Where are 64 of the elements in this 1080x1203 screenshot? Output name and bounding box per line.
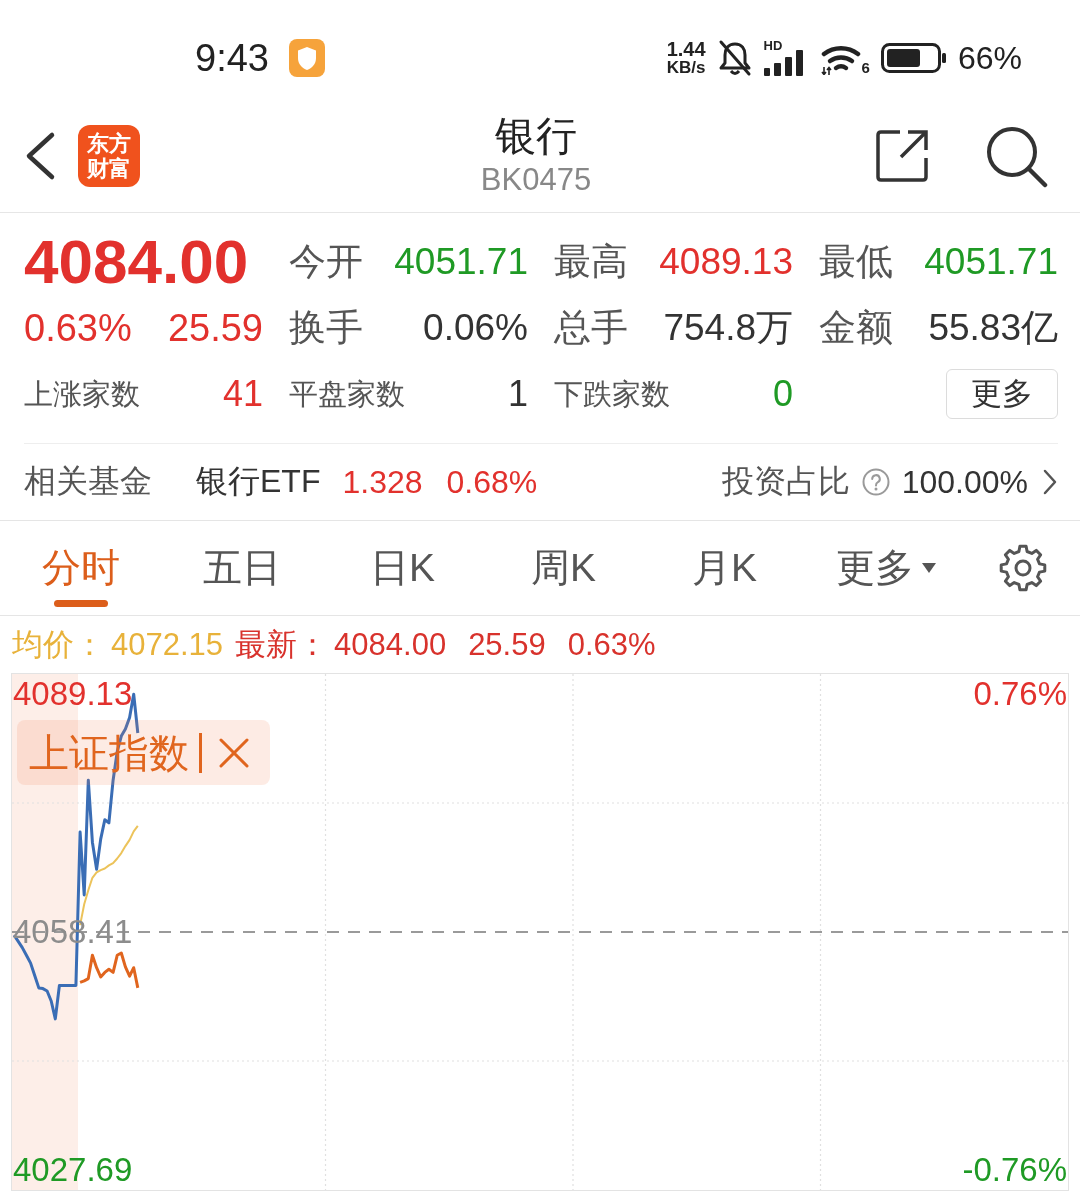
close-icon[interactable]	[218, 736, 250, 769]
legend-value: 4072.15	[111, 626, 224, 663]
breadth-count: 1	[507, 373, 528, 415]
network-type-label: HD	[763, 40, 783, 52]
legend-value: 4084.00	[334, 626, 447, 663]
breadth-label: 上涨家数	[24, 377, 140, 412]
caret-icon	[921, 563, 936, 573]
change-percent: 0.63%	[24, 306, 132, 350]
tab[interactable]: 五日	[161, 521, 322, 615]
stat-label: 换手	[289, 306, 363, 350]
last-price: 4084.00	[24, 227, 250, 297]
stat-value: 4089.13	[659, 240, 793, 284]
breadth-label: 下跌家数	[554, 377, 670, 412]
fund-price: 1.328	[342, 463, 423, 501]
axis-label: 4027.69	[13, 1152, 133, 1188]
sector-code: BK0475	[480, 161, 592, 199]
stat-label: 今开	[289, 240, 363, 284]
legend-label: 均价：	[12, 625, 105, 664]
percent-axis-label: 0.76%	[973, 676, 1067, 712]
share-icon[interactable]	[874, 128, 930, 184]
legend-label: 最新：	[235, 625, 329, 664]
page-title: 银行	[495, 112, 577, 160]
change-amount: 25.59	[167, 306, 263, 350]
tab[interactable]: 更多	[805, 521, 966, 615]
fund-section-label: 相关基金	[24, 462, 152, 501]
shield-icon	[288, 39, 325, 77]
wifi-standard-label: 6	[861, 61, 870, 75]
breadth-label: 平盘家数	[289, 377, 405, 412]
tab[interactable]: 周K	[483, 521, 644, 615]
stat-value: 754.8万	[663, 306, 793, 350]
search-icon[interactable]	[984, 124, 1048, 188]
weight-value: 100.00%	[901, 463, 1028, 501]
settings-icon[interactable]	[998, 543, 1048, 593]
app-logo[interactable]: 东方 财富	[78, 125, 140, 187]
stat-value: 4051.71	[394, 240, 528, 284]
back-icon[interactable]	[24, 131, 56, 181]
percent-axis-label: -0.76%	[962, 1152, 1067, 1188]
help-icon[interactable]	[861, 468, 890, 496]
tab[interactable]: 日K	[322, 521, 483, 615]
more-button[interactable]: 更多	[946, 369, 1058, 419]
breadth-count: 41	[222, 373, 263, 415]
divider-bar	[199, 732, 202, 773]
tab[interactable]: 月K	[644, 521, 805, 615]
stat-label: 最低	[819, 240, 893, 284]
axis-label: 4089.13	[13, 676, 133, 712]
network-speed-unit: KB/s	[666, 58, 706, 77]
breadth-count: 0	[772, 373, 793, 415]
fund-name-link[interactable]: 银行ETF	[196, 460, 321, 504]
clock-time: 9:43	[195, 36, 269, 80]
tab[interactable]: 分时	[0, 521, 161, 615]
legend-value: 0.63%	[567, 626, 656, 663]
network-speed-value: 1.44	[666, 39, 706, 59]
stat-value: 4051.71	[924, 240, 1058, 284]
stat-label: 金额	[819, 306, 893, 350]
chevron-right-icon[interactable]	[1042, 468, 1058, 496]
battery-icon	[880, 43, 947, 73]
stat-label: 最高	[554, 240, 628, 284]
fund-change: 0.68%	[446, 463, 538, 501]
stat-value: 0.06%	[423, 306, 528, 350]
stat-label: 总手	[554, 306, 628, 350]
battery-percent: 66%	[957, 40, 1022, 76]
weight-label: 投资占比	[721, 462, 850, 501]
legend-value: 25.59	[468, 626, 546, 663]
stat-value: 55.83亿	[928, 306, 1058, 350]
